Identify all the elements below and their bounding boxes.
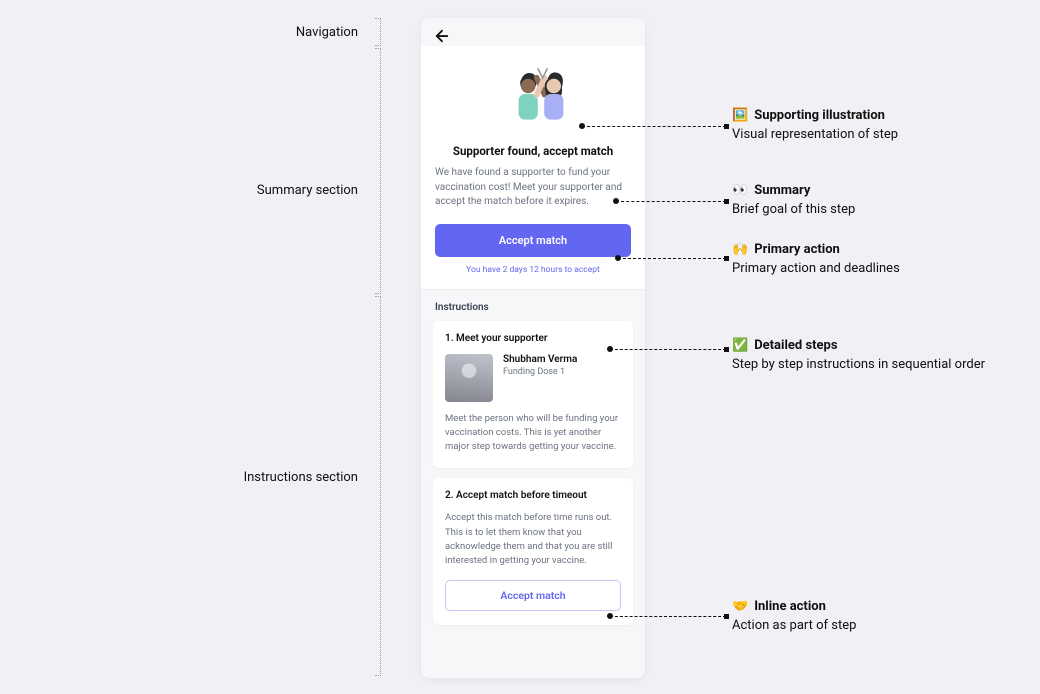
check-icon: ✅	[732, 338, 748, 353]
leader-dot	[615, 255, 621, 261]
hands-icon: 🙌	[732, 242, 748, 257]
page-title: Supporter found, accept match	[435, 144, 631, 158]
leader-end	[724, 347, 729, 352]
eyes-icon: 👀	[732, 183, 748, 198]
callout-title-text: Detailed steps	[754, 338, 837, 353]
leader-end	[724, 614, 729, 619]
callout-title-text: Summary	[754, 183, 810, 198]
leader-line	[610, 349, 726, 350]
step-title: 2. Accept match before timeout	[445, 490, 621, 501]
leader-dot	[613, 198, 619, 204]
callout-desc: Brief goal of this step	[732, 202, 855, 217]
callout-steps: ✅ Detailed steps Step by step instruction…	[732, 338, 985, 372]
leader-dot	[607, 613, 613, 619]
callout-title-text: Primary action	[754, 242, 840, 257]
leader-end	[724, 199, 729, 204]
callout-primary: 🙌 Primary action Primary action and deadl…	[732, 242, 900, 276]
step-body: Accept this match before time runs out. …	[445, 511, 621, 568]
step-title: 1. Meet your supporter	[445, 333, 621, 344]
leader-line	[618, 258, 726, 259]
leader-line	[610, 616, 726, 617]
leader-dot	[607, 346, 613, 352]
leader-end	[724, 256, 729, 261]
callout-desc: Primary action and deadlines	[732, 261, 900, 276]
callout-title-text: Supporting illustration	[754, 108, 885, 123]
supporter-name: Shubham Verma	[503, 354, 577, 365]
step-card-1: 1. Meet your supporter Shubham Verma Fun…	[433, 321, 633, 469]
callout-summary: 👀 Summary Brief goal of this step	[732, 183, 855, 217]
leader-end	[724, 124, 729, 129]
step-card-2: 2. Accept match before timeout Accept th…	[433, 478, 633, 625]
callout-illustration: 🖼️ Supporting illustration Visual represe…	[732, 108, 898, 142]
picture-icon: 🖼️	[732, 108, 748, 123]
accept-match-button[interactable]: Accept match	[435, 224, 631, 257]
deadline-text: You have 2 days 12 hours to accept	[435, 265, 631, 275]
instructions-heading: Instructions	[433, 302, 633, 313]
instructions-section: Instructions 1. Meet your supporter Shub…	[421, 290, 645, 650]
step-body: Meet the person who will be funding your…	[445, 412, 621, 455]
supporter-subtitle: Funding Dose 1	[503, 367, 577, 377]
callout-desc: Action as part of step	[732, 618, 856, 633]
leader-dot	[579, 123, 585, 129]
handshake-icon: 🤝	[732, 599, 748, 614]
bracket-summary	[380, 48, 381, 294]
callout-desc: Step by step instructions in sequential …	[732, 357, 985, 372]
leader-line	[616, 201, 726, 202]
bracket-instructions	[380, 296, 381, 676]
leader-line	[582, 126, 726, 127]
back-arrow-icon[interactable]	[433, 27, 451, 45]
supporter-row: Shubham Verma Funding Dose 1	[445, 354, 621, 402]
callout-desc: Visual representation of step	[732, 127, 898, 142]
section-label-instructions: Instructions section	[220, 470, 358, 485]
callout-title-text: Inline action	[754, 599, 826, 614]
nav-bar	[421, 18, 645, 46]
inline-accept-match-button[interactable]: Accept match	[445, 580, 621, 611]
section-label-navigation: Navigation	[238, 25, 358, 40]
callout-inline: 🤝 Inline action Action as part of step	[732, 599, 856, 633]
summary-section: Supporter found, accept match We have fo…	[421, 46, 645, 290]
supporter-avatar	[445, 354, 493, 402]
supporting-illustration	[435, 62, 631, 134]
bracket-navigation	[380, 18, 381, 46]
section-label-summary: Summary section	[238, 183, 358, 198]
summary-description: We have found a supporter to fund your v…	[435, 166, 631, 210]
